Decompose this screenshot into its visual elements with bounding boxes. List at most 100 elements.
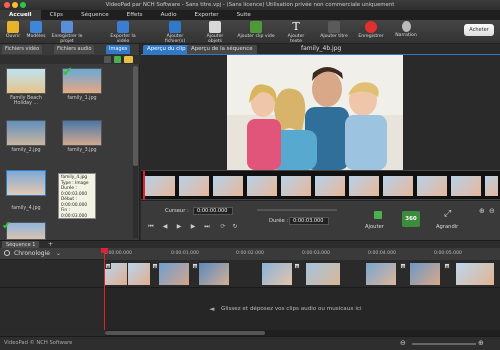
menu-exporter[interactable]: Exporter (186, 10, 228, 20)
timeline-ruler[interactable]: Chronologie ⌄ 0:00:00.000 0:00:01.000 0:… (0, 248, 500, 260)
thumbnail[interactable] (6, 222, 46, 240)
enlarge-button[interactable]: ⤢ Agrandir (434, 209, 464, 233)
thumbnail[interactable] (62, 120, 102, 146)
open-label: Ouvrir (5, 34, 21, 39)
add-to-sequence-icon (374, 211, 382, 219)
timeline-playhead[interactable] (104, 248, 105, 330)
add-files-button[interactable]: Ajouter fichier(s) (157, 21, 193, 44)
add-to-sequence-button[interactable]: Ajouter (365, 211, 393, 233)
video-clip[interactable] (366, 263, 396, 285)
thumbnail[interactable] (6, 120, 46, 146)
add-text-label: Ajouter texte (287, 34, 305, 44)
tab-clip-preview[interactable]: Aperçu du clip (143, 45, 190, 54)
add-blank-clip-button[interactable]: Ajouter clip vide (236, 21, 276, 43)
add-files-label: Ajouter fichier(s) (164, 34, 186, 44)
preview-playhead[interactable] (143, 171, 145, 201)
open-button[interactable]: Ouvrir (3, 21, 23, 43)
audio-track[interactable]: ◄ Glissez et déposez vos clips audio ou … (0, 288, 500, 330)
check-icon: ✔ (62, 65, 73, 80)
video-clip[interactable] (262, 263, 292, 285)
text-icon: T (292, 20, 300, 33)
bin-menu-icon[interactable] (104, 56, 111, 63)
bin-add-icon[interactable] (114, 56, 121, 63)
menu-bar: Accueil Clips Séquence Effets Audio Expo… (0, 10, 500, 20)
thumbnail-selected[interactable] (6, 170, 46, 196)
step-forward-icon[interactable]: ▶ (189, 223, 197, 231)
step-back-icon[interactable]: ◀ (161, 223, 169, 231)
timeline-settings-icon[interactable] (4, 250, 10, 256)
film-frame (349, 176, 379, 196)
menu-effets[interactable]: Effets (118, 10, 152, 20)
tab-images[interactable]: Images (106, 45, 131, 54)
zoom-out-icon[interactable]: ⊖ (489, 207, 495, 215)
add-title-button[interactable]: Ajouter titre (318, 21, 350, 43)
bin-folder-icon[interactable] (124, 56, 133, 63)
loop-icon[interactable]: ⟳ (219, 223, 227, 231)
zoom-in-timeline-icon[interactable]: ⊕ (478, 339, 484, 347)
transition-marker[interactable]: ⊠ (400, 263, 406, 269)
bin-scrollbar[interactable] (133, 66, 138, 238)
tab-video-files[interactable]: Fichiers vidéo (2, 45, 43, 54)
add-blank-clip-icon (250, 21, 262, 33)
skip-start-icon[interactable]: ⏮ (147, 223, 155, 231)
record-button[interactable]: Enregistrer (355, 21, 387, 43)
scrollbar-thumb[interactable] (133, 66, 138, 166)
film-frame (485, 176, 498, 196)
narration-button[interactable]: Narration (392, 21, 420, 43)
skip-end-icon[interactable]: ⏭ (203, 223, 211, 231)
video-track[interactable] (0, 260, 500, 288)
timeline-menu-chevron-icon[interactable]: ⌄ (56, 250, 61, 257)
export-video-button[interactable]: Exporter la vidéo (107, 21, 139, 44)
add-objects-button[interactable]: Ajouter objets (200, 21, 230, 44)
menu-sequence[interactable]: Séquence (72, 10, 118, 20)
playhead-handle[interactable] (101, 248, 108, 253)
time-scale[interactable]: 0:00:00.000 0:00:01.000 0:00:02.000 0:00… (104, 248, 500, 260)
templates-button[interactable]: Modèles (25, 21, 47, 43)
timeline-scrollbar-thumb[interactable] (105, 331, 265, 335)
cursor-time-field[interactable]: 0:00:00.000 (193, 207, 233, 215)
zoom-in-icon[interactable]: ⊕ (479, 207, 485, 215)
tab-sequence-preview[interactable]: Aperçu de la séquence (187, 45, 257, 54)
buy-button[interactable]: Acheter (464, 24, 494, 36)
save-project-button[interactable]: Enregistrer le projet (50, 21, 84, 44)
timeline-zoom-slider[interactable] (412, 343, 476, 345)
tab-audio-files[interactable]: Fichiers audio (54, 45, 95, 54)
sequence-tab-bar: Séquence 1 + (0, 240, 500, 249)
audio-drop-zone[interactable]: ◄ Glissez et déposez vos clips audio ou … (105, 288, 500, 330)
minimize-window-icon[interactable] (12, 2, 18, 8)
menu-accueil[interactable]: Accueil (0, 10, 41, 20)
menu-audio[interactable]: Audio (152, 10, 186, 20)
video-clip[interactable] (159, 263, 189, 285)
tick-label: 0:00:00.000 (104, 251, 132, 256)
transition-marker[interactable]: ⊠ (444, 263, 450, 269)
maximize-window-icon[interactable] (20, 2, 26, 8)
filmstrip[interactable] (141, 170, 500, 201)
tick-label: 0:00:02.000 (236, 251, 264, 256)
video-clip[interactable] (306, 263, 340, 285)
rotate-icon[interactable]: ↻ (231, 223, 239, 231)
video-clip[interactable] (456, 263, 494, 285)
transition-marker[interactable]: ⊠ (192, 263, 198, 269)
tick-label: 0:00:03.000 (302, 251, 330, 256)
zoom-out-timeline-icon[interactable]: ⊖ (400, 339, 406, 347)
thumbnail[interactable] (6, 68, 46, 94)
transition-marker[interactable]: ⊠ (294, 263, 300, 269)
video-clip[interactable] (199, 263, 229, 285)
view-360-button[interactable]: 360 (402, 211, 420, 227)
play-icon[interactable]: ▶ (175, 223, 183, 231)
menu-clips[interactable]: Clips (41, 10, 72, 20)
preview-filename: family_4b.jpg (301, 45, 342, 52)
preview-image (227, 55, 403, 170)
add-text-button[interactable]: T Ajouter texte (282, 20, 310, 45)
transition-marker[interactable]: ⊠ (105, 263, 111, 269)
menu-suite[interactable]: Suite (228, 10, 260, 20)
tick-label: 0:00:04.000 (368, 251, 396, 256)
cursor-label: Curseur : (165, 208, 189, 214)
video-clip[interactable] (128, 263, 150, 285)
add-title-label: Ajouter titre (320, 34, 348, 39)
transition-marker[interactable]: ⊠ (152, 263, 158, 269)
video-clip[interactable] (410, 263, 440, 285)
preview-slider[interactable] (257, 209, 337, 211)
duration-time-field[interactable]: 0:00:03.000 (289, 217, 329, 225)
close-window-icon[interactable] (4, 2, 10, 8)
